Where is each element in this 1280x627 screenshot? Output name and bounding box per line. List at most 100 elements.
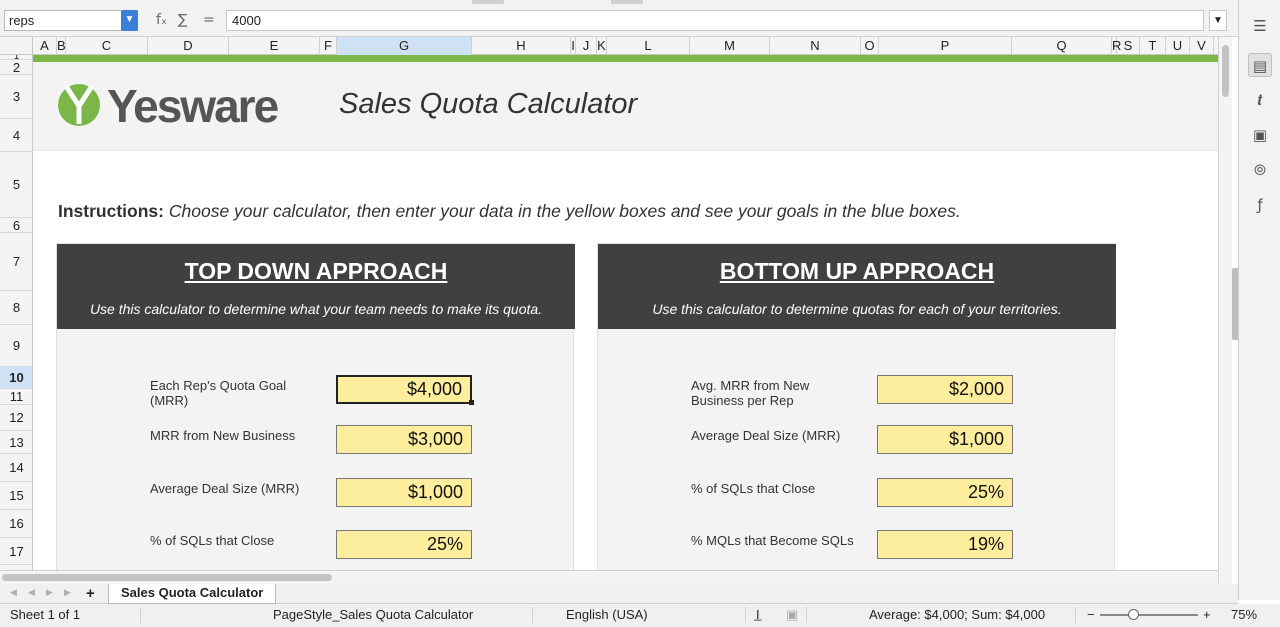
top-down-panel: TOP DOWN APPROACH Use this calculator to… — [56, 243, 575, 570]
row-header[interactable]: 17 — [0, 538, 32, 565]
row-header[interactable]: 14 — [0, 454, 32, 482]
zoom-out-icon[interactable]: − — [1087, 607, 1095, 622]
quota-goal-label: Each Rep's Quota Goal (MRR) — [150, 378, 287, 408]
column-header[interactable]: H — [472, 37, 571, 55]
mrr-new-business-input[interactable]: $3,000 — [336, 425, 472, 454]
formula-equals-icon[interactable]: = — [203, 12, 215, 28]
top-down-header: TOP DOWN APPROACH Use this calculator to… — [57, 244, 575, 329]
column-header[interactable]: P — [879, 37, 1012, 55]
insert-mode-icon[interactable]: I̲ — [756, 607, 760, 622]
row-header[interactable]: 12 — [0, 405, 32, 431]
horizontal-scroll-thumb[interactable] — [2, 574, 332, 581]
column-headers: ABCDEFGHIJKLMNOPQRSTUV — [0, 37, 1218, 55]
column-header[interactable]: A — [33, 37, 57, 55]
sheet-tab-bar: ◀ ◀ ▶ ▶ + Sales Quota Calculator — [0, 584, 1238, 604]
bu-avg-deal-size-input[interactable]: $1,000 — [877, 425, 1013, 454]
row-header[interactable]: 16 — [0, 510, 32, 538]
column-header[interactable]: U — [1166, 37, 1190, 55]
prev-sheet-icon[interactable]: ◀ — [28, 587, 35, 598]
avg-mrr-per-rep-label: Avg. MRR from New Business per Rep — [691, 378, 810, 408]
row-header[interactable]: 11 — [0, 389, 32, 405]
column-header[interactable]: C — [66, 37, 148, 55]
row-header[interactable]: 13 — [0, 431, 32, 454]
column-header[interactable]: J — [576, 37, 597, 55]
sql-close-rate-input[interactable]: 25% — [336, 530, 472, 559]
row-header[interactable]: 7 — [0, 233, 32, 291]
function-wizard-icon[interactable]: fₓ — [156, 12, 167, 28]
column-header[interactable]: V — [1190, 37, 1214, 55]
row-header[interactable]: 9 — [0, 325, 32, 367]
sheet-tab[interactable]: Sales Quota Calculator — [108, 584, 277, 604]
page-style[interactable]: PageStyle_Sales Quota Calculator — [273, 607, 473, 622]
zoom-slider[interactable] — [1100, 614, 1198, 616]
column-header[interactable]: Q — [1012, 37, 1112, 55]
column-header[interactable]: M — [690, 37, 770, 55]
expand-formula-bar-button[interactable]: ▼ — [1209, 10, 1227, 31]
row-header[interactable]: 15 — [0, 482, 32, 510]
mrr-new-business-label: MRR from New Business — [150, 428, 296, 443]
avg-deal-size-label: Average Deal Size (MRR) — [150, 481, 300, 496]
add-sheet-icon[interactable]: + — [86, 585, 95, 602]
bu-sql-close-rate-input[interactable]: 25% — [877, 478, 1013, 507]
functions-icon[interactable]: ƒ — [1248, 193, 1272, 217]
column-header[interactable]: K — [597, 37, 607, 55]
formula-bar: reps ▼ fₓ ∑ = 4000 ▼ — [0, 0, 1280, 37]
window-tab-stub — [472, 0, 504, 4]
column-header[interactable]: D — [148, 37, 229, 55]
row-header[interactable]: 4 — [0, 119, 32, 152]
instructions-text: Choose your calculator, then enter your … — [168, 201, 961, 221]
bottom-up-panel: BOTTOM UP APPROACH Use this calculator t… — [597, 243, 1116, 570]
name-box-dropdown-button[interactable]: ▼ — [121, 10, 138, 31]
bottom-up-header: BOTTOM UP APPROACH Use this calculator t… — [598, 244, 1116, 329]
avg-deal-size-input[interactable]: $1,000 — [336, 478, 472, 507]
sum-icon[interactable]: ∑ — [178, 12, 187, 28]
fill-handle[interactable] — [469, 400, 474, 405]
column-header[interactable]: N — [770, 37, 861, 55]
instructions: Instructions: Choose your calculator, th… — [58, 201, 961, 222]
last-sheet-icon[interactable]: ▶ — [64, 587, 71, 598]
first-sheet-icon[interactable]: ◀ — [10, 587, 17, 598]
vertical-scroll-thumb[interactable] — [1222, 45, 1229, 97]
column-header[interactable]: E — [229, 37, 320, 55]
column-header[interactable]: G — [337, 37, 472, 55]
gallery-icon[interactable]: ▣ — [1248, 123, 1272, 147]
header-band: Yesware Sales Quota Calculator — [33, 62, 1218, 151]
quota-goal-input[interactable]: $4,000 — [336, 375, 472, 404]
spreadsheet-grid[interactable]: Yesware Sales Quota Calculator Instructi… — [33, 55, 1218, 570]
column-header[interactable]: L — [607, 37, 690, 55]
formula-input[interactable]: 4000 — [226, 10, 1204, 31]
row-header[interactable]: 3 — [0, 75, 32, 119]
zoom-in-icon[interactable]: + — [1203, 607, 1211, 622]
select-all-corner[interactable] — [0, 37, 33, 55]
vertical-scrollbar[interactable] — [1218, 37, 1232, 584]
navigator-icon[interactable]: ⦾ — [1248, 158, 1272, 182]
zoom-slider-knob[interactable] — [1128, 609, 1139, 620]
zoom-level[interactable]: 75% — [1231, 607, 1257, 622]
sidebar-settings-icon[interactable]: ☰ — [1248, 14, 1272, 38]
row-header[interactable]: 10 — [0, 367, 32, 389]
page-title: Sales Quota Calculator — [339, 88, 638, 120]
row-header[interactable]: 6 — [0, 218, 32, 233]
column-header[interactable]: T — [1140, 37, 1166, 55]
row-header[interactable]: 8 — [0, 291, 32, 325]
row-header[interactable]: 5 — [0, 152, 32, 218]
styles-icon[interactable]: 𝒕 — [1248, 88, 1272, 112]
avg-mrr-per-rep-input[interactable]: $2,000 — [877, 375, 1013, 404]
column-header[interactable]: S — [1117, 37, 1140, 55]
sheet-count: Sheet 1 of 1 — [10, 607, 81, 622]
row-header[interactable]: 2 — [0, 60, 32, 75]
name-box[interactable]: reps — [4, 10, 138, 31]
language[interactable]: English (USA) — [566, 607, 648, 622]
horizontal-scrollbar[interactable] — [0, 570, 1218, 584]
column-header[interactable]: O — [861, 37, 879, 55]
top-down-title: TOP DOWN APPROACH — [184, 258, 448, 284]
mql-to-sql-input[interactable]: 19% — [877, 530, 1013, 559]
save-status-icon: ▣ — [786, 607, 799, 622]
column-header[interactable]: B — [57, 37, 66, 55]
column-header[interactable]: F — [320, 37, 337, 55]
next-sheet-icon[interactable]: ▶ — [46, 587, 53, 598]
selection-summary[interactable]: Average: $4,000; Sum: $4,000 — [869, 607, 1045, 622]
properties-icon[interactable]: ▤ — [1248, 53, 1272, 77]
status-separator — [140, 607, 141, 623]
logo-wordmark: Yesware — [107, 80, 279, 132]
